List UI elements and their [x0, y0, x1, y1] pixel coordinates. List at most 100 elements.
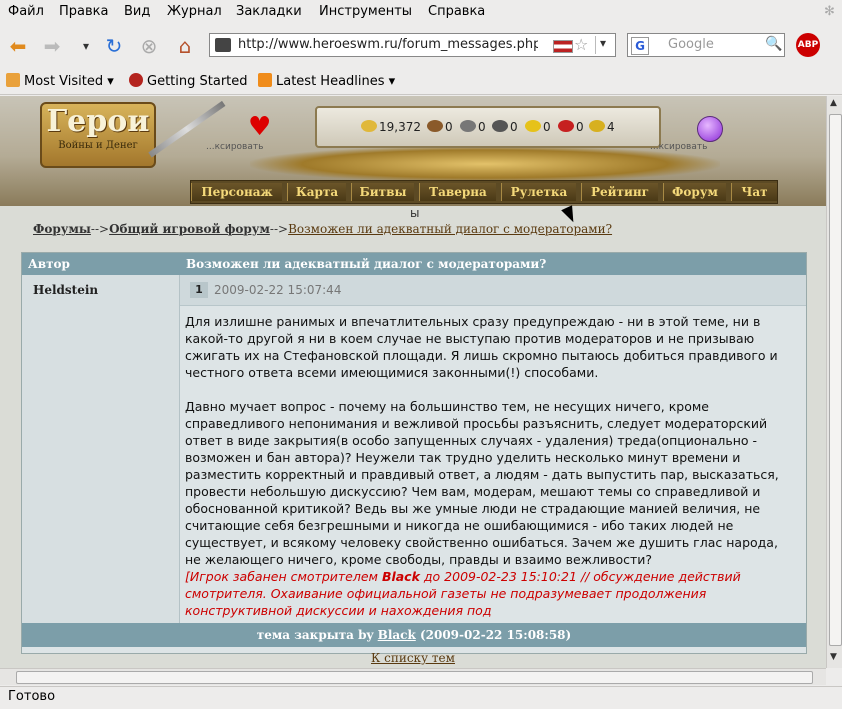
- nav-character[interactable]: Персонаж: [191, 183, 282, 201]
- nav-battles[interactable]: Битвы: [351, 183, 414, 201]
- bookmark-star-icon[interactable]: ☆: [574, 35, 588, 54]
- thread-closed-bar: тема закрыта by Black (2009-02-22 15:08:…: [22, 623, 806, 647]
- back-to-topics-link[interactable]: К списку тем: [371, 651, 455, 665]
- post-header: 1 2009-02-22 15:07:44: [180, 275, 806, 306]
- nav-chat[interactable]: Чат: [731, 183, 777, 201]
- post-line: Для излишне ранимых и впечатлительных ср…: [185, 314, 761, 329]
- menu-view[interactable]: Вид: [124, 4, 150, 19]
- nav-tavern[interactable]: Таверна: [419, 183, 496, 201]
- post-line: сжигать их на Стефановской площади. Я ли…: [185, 348, 778, 363]
- scroll-thumb[interactable]: [16, 671, 813, 684]
- nav-roulette[interactable]: Рулетка: [501, 183, 576, 201]
- menu-file[interactable]: Файл: [8, 4, 44, 19]
- folder-icon: [6, 73, 20, 87]
- ore-icon: [460, 120, 476, 132]
- resource-value: 0: [445, 120, 453, 134]
- gems-icon: [589, 120, 605, 132]
- resource-value: 0: [576, 120, 584, 134]
- post-line: честного ответа всеми имеющимися законны…: [185, 365, 599, 380]
- status-text: Готово: [8, 689, 56, 704]
- history-dropdown-icon[interactable]: ▾: [74, 34, 98, 58]
- nav-rating[interactable]: Рейтинг: [581, 183, 658, 201]
- post-body: Для излишне ранимых и впечатлительных ср…: [185, 313, 799, 619]
- breadcrumb-section[interactable]: Общий игровой форум: [109, 222, 270, 236]
- reload-icon[interactable]: ↻: [102, 34, 126, 58]
- firefox-icon: [129, 73, 143, 87]
- logo-subtitle: Войны и Денег: [58, 140, 138, 151]
- post-line: какой-то другой я ни в коем случае не вы…: [185, 331, 755, 346]
- menu-edit[interactable]: Правка: [59, 4, 108, 19]
- search-placeholder[interactable]: Google: [668, 37, 714, 52]
- back-icon[interactable]: ⬅: [6, 34, 30, 58]
- forward-icon[interactable]: ➡: [40, 34, 64, 58]
- thread-table: Автор Возможен ли адекватный диалог с мо…: [21, 252, 807, 654]
- site-favicon-icon: [215, 38, 231, 52]
- search-icon[interactable]: 🔍: [765, 36, 782, 52]
- post-line: не желающего ничего, кроме свободы, прав…: [185, 552, 652, 567]
- search-engine-icon[interactable]: G: [631, 37, 649, 55]
- address-bar[interactable]: http://www.heroeswm.ru/forum_messages.ph…: [209, 33, 616, 57]
- post-number[interactable]: 1: [190, 282, 208, 298]
- status-bar: Готово: [0, 686, 842, 709]
- resource-value: 0: [510, 120, 518, 134]
- resource-gold: 19,372: [361, 120, 421, 134]
- post-line: Давно мучает вопрос - почему на большинс…: [185, 399, 709, 414]
- resource-sulfur: 0: [525, 120, 551, 134]
- resource-gems: 4: [589, 120, 615, 134]
- resource-ore: 0: [460, 120, 486, 134]
- health-heart-icon[interactable]: ♥: [248, 112, 271, 142]
- search-box[interactable]: G Google 🔍: [627, 33, 785, 57]
- mercury-icon: [492, 120, 508, 132]
- potion-label: ...ксировать: [650, 142, 708, 152]
- bookmark-label: Most Visited: [24, 74, 104, 89]
- mana-potion-icon[interactable]: [697, 116, 723, 142]
- bookmark-label: Latest Headlines: [276, 74, 385, 89]
- breadcrumb: Форумы-->Общий игровой форум-->Возможен …: [33, 222, 612, 236]
- author-name[interactable]: Heldstein: [33, 283, 98, 297]
- menu-history[interactable]: Журнал: [167, 4, 222, 19]
- post-line: провести небольшую дискуссию? Чем вам, м…: [185, 484, 761, 499]
- ban-moderator[interactable]: Black: [382, 569, 420, 584]
- ban-text: до 2009-02-23 15:10:21 // обсуждение дей…: [419, 569, 741, 584]
- sulfur-icon: [525, 120, 541, 132]
- scroll-up-icon[interactable]: ▲: [830, 98, 837, 108]
- bookmark-most-visited[interactable]: Most Visited ▾: [6, 73, 114, 89]
- horizontal-scrollbar[interactable]: [0, 668, 826, 685]
- scroll-down-icon[interactable]: ▼: [830, 652, 837, 662]
- nav-forum[interactable]: Форум: [663, 183, 726, 201]
- resource-value: 4: [607, 120, 615, 134]
- bookmark-label: Getting Started: [147, 74, 248, 89]
- url-text[interactable]: http://www.heroeswm.ru/forum_messages.ph…: [238, 37, 538, 52]
- resource-value: 0: [478, 120, 486, 134]
- bookmark-getting-started[interactable]: Getting Started: [129, 73, 248, 89]
- adblock-icon[interactable]: ABP: [796, 33, 820, 57]
- menu-bookmarks[interactable]: Закладки: [236, 4, 302, 19]
- resource-value: 19,372: [379, 120, 421, 134]
- breadcrumb-separator: -->: [90, 222, 110, 236]
- wood-icon: [427, 120, 443, 132]
- menu-help[interactable]: Справка: [428, 4, 485, 19]
- scroll-thumb[interactable]: [829, 114, 842, 646]
- post-line: справедливого непонимания и вежливой про…: [185, 416, 768, 431]
- bookmark-latest-headlines[interactable]: Latest Headlines ▾: [258, 73, 395, 89]
- flag-icon: [553, 40, 573, 53]
- menu-tools[interactable]: Инструменты: [319, 4, 412, 19]
- column-author: Автор: [28, 257, 70, 271]
- vertical-scrollbar[interactable]: ▲ ▼: [826, 96, 842, 668]
- post-line: считающие себя безгрешными и никогда не …: [185, 518, 734, 533]
- closed-by-link[interactable]: Black: [378, 628, 416, 642]
- nav-map[interactable]: Карта: [287, 183, 346, 201]
- author-cell: Heldstein: [22, 275, 180, 623]
- resource-value: 0: [543, 120, 551, 134]
- throbber-icon: ✻: [824, 4, 835, 19]
- home-icon[interactable]: ⌂: [173, 34, 197, 58]
- breadcrumb-forums[interactable]: Форумы: [33, 222, 91, 236]
- breadcrumb-topic[interactable]: Возможен ли адекватный диалог с модерато…: [288, 222, 612, 236]
- ban-notice: [Игрок забанен смотрителем Black до 2009…: [185, 568, 799, 585]
- logo-title: Герои: [46, 104, 150, 139]
- game-logo[interactable]: Герои Войны и Денег: [40, 102, 156, 168]
- menu-bar: Файл Правка Вид Журнал Закладки Инструме…: [0, 0, 842, 24]
- stop-icon[interactable]: ⊗: [137, 34, 161, 58]
- url-dropdown-icon[interactable]: ▾: [595, 36, 606, 54]
- ban-notice-line: смотрителя. Охаивание официальной газеты…: [185, 586, 707, 601]
